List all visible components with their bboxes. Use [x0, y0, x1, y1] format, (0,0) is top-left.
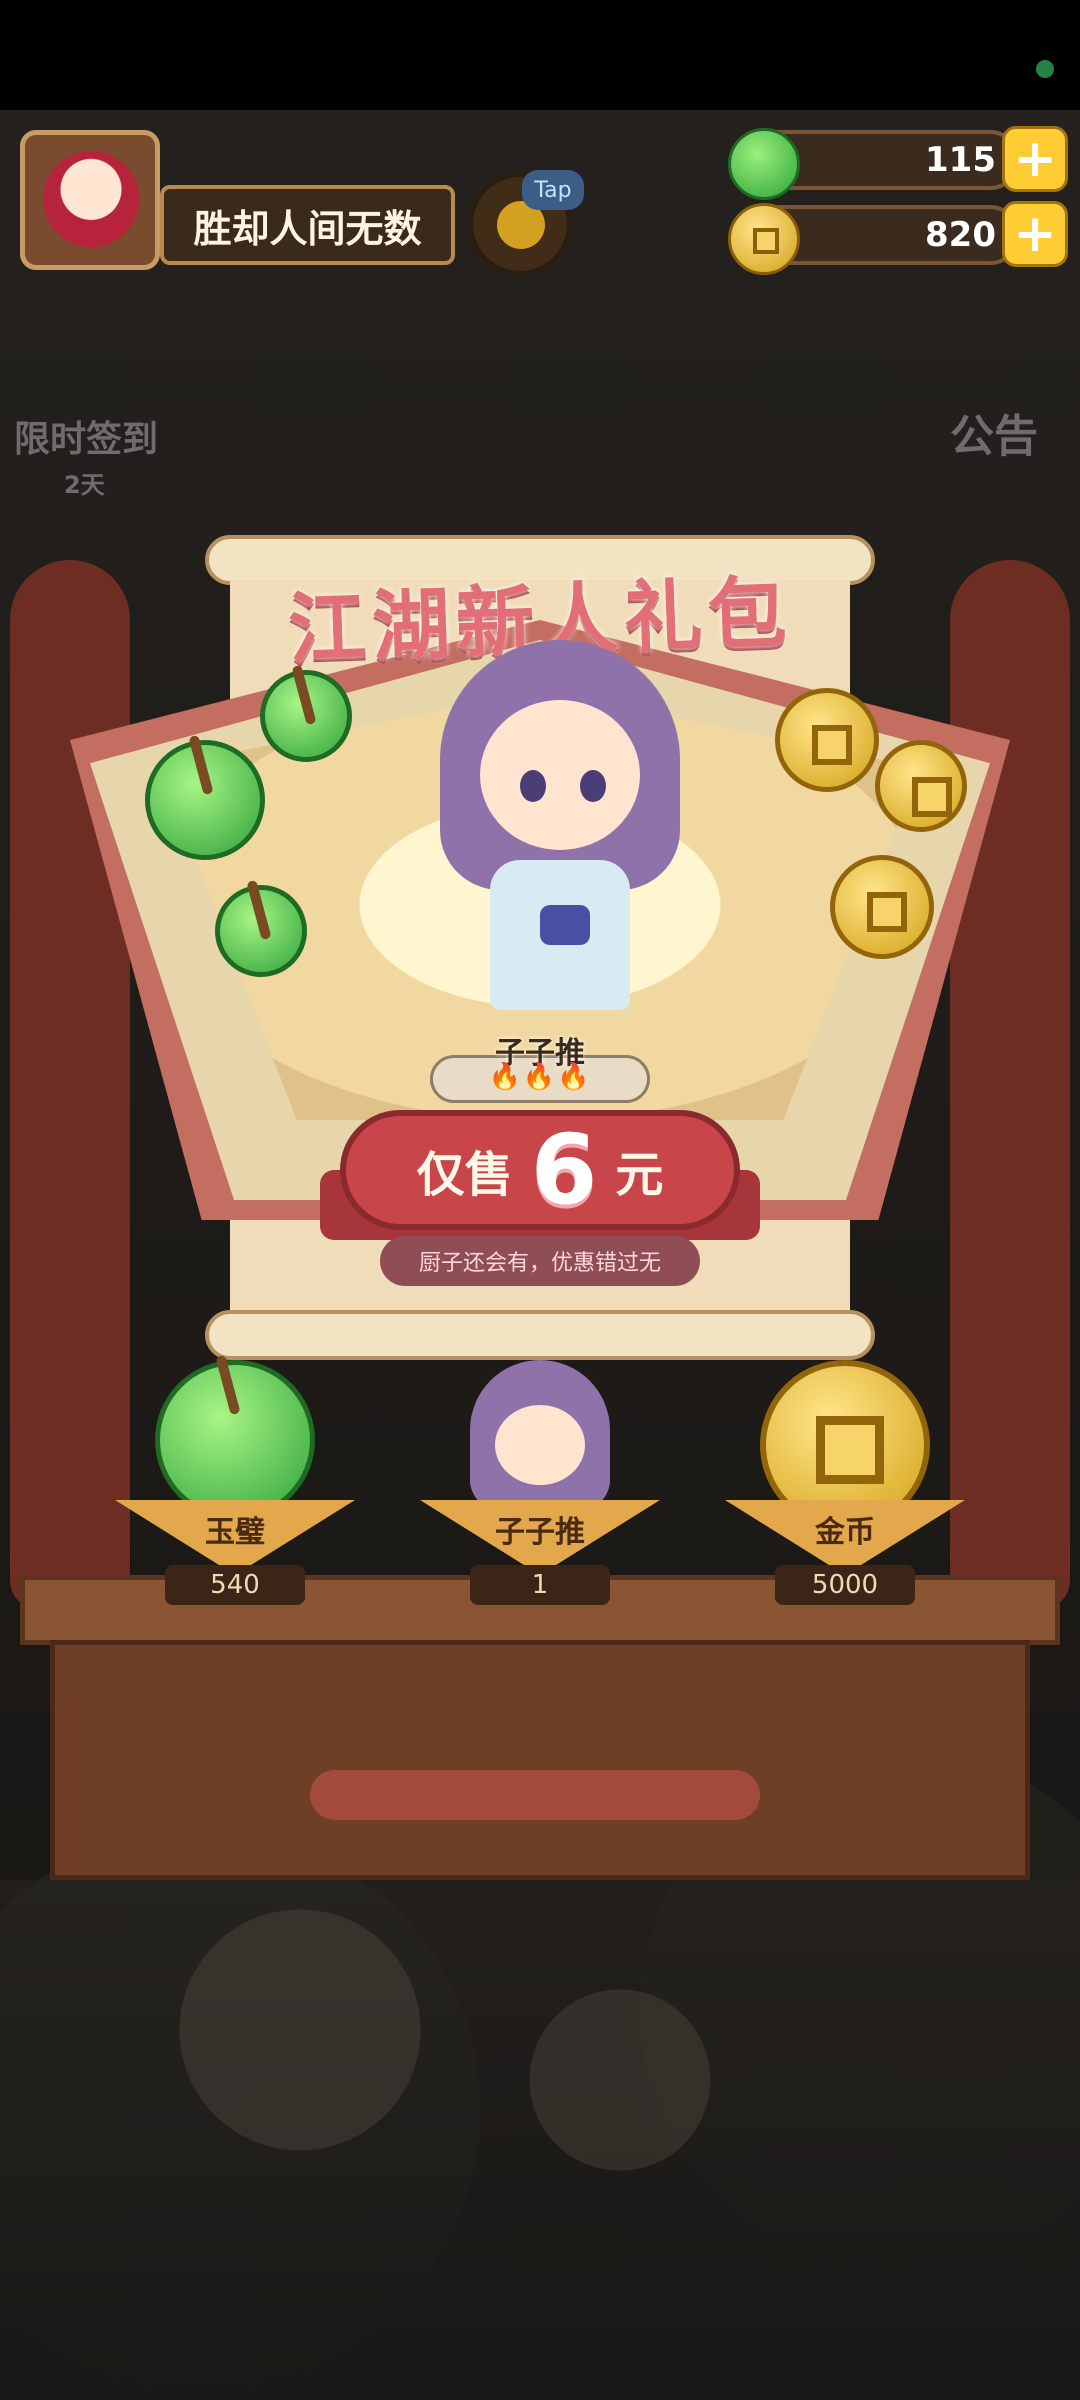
reward-jade-icon: [155, 1360, 315, 1520]
notice-menu-label[interactable]: 公告: [950, 400, 1038, 464]
player-name-plate[interactable]: 胜却人间无数: [160, 185, 455, 265]
price-value: 6: [530, 1114, 598, 1226]
reward-name-hero: 子子推: [495, 1515, 585, 1550]
reward-count-coin: 5000: [775, 1565, 915, 1605]
jade-decor-icon: [260, 670, 352, 762]
coin-icon: [728, 203, 800, 275]
left-curtain: [10, 560, 130, 1610]
hero-face: [480, 700, 640, 850]
right-curtain: [950, 560, 1070, 1610]
shelf-rod: [310, 1770, 760, 1820]
jade-icon: [728, 128, 800, 200]
reward-name-jade: 玉璧: [205, 1515, 265, 1550]
price-label[interactable]: 仅售 6 元: [340, 1110, 740, 1230]
coin-decor-icon: [875, 740, 967, 832]
avatar-face-icon: [43, 151, 139, 247]
hero-character-art: [420, 610, 700, 1030]
coin-decor-icon: [830, 855, 934, 959]
reward-count-jade: 540: [165, 1565, 305, 1605]
jade-decor-icon: [215, 885, 307, 977]
hero-flame-rating: 🔥🔥🔥: [488, 1062, 592, 1092]
reward-name-coin: 金币: [815, 1515, 875, 1550]
hero-bow: [540, 905, 590, 945]
reward-count-hero: 1: [470, 1565, 610, 1605]
hero-eye-right: [580, 770, 606, 802]
price-suffix: 元: [615, 1147, 664, 1203]
promo-slogan: 厨子还会有，优惠错过无: [380, 1236, 700, 1286]
shelf-front: [50, 1640, 1030, 1880]
player-avatar[interactable]: [20, 130, 160, 270]
price-prefix: 仅售: [416, 1147, 513, 1203]
jade-decor-icon: [145, 740, 265, 860]
hero-eye-left: [520, 770, 546, 802]
coin-decor-icon: [775, 688, 879, 792]
coin-count: 820: [925, 215, 996, 255]
reward-hero-icon: [450, 1350, 630, 1520]
jade-count: 115: [925, 140, 996, 180]
signin-days: 2天: [64, 471, 105, 499]
add-jade-button[interactable]: +: [1002, 126, 1068, 192]
player-name: 胜却人间无数: [193, 206, 422, 251]
reward-hero-face: [495, 1405, 585, 1485]
kitchen-scene-decor: [0, 1880, 1080, 2400]
signin-menu-label[interactable]: 限时签到: [14, 410, 158, 462]
tap-hint-badge: Tap: [522, 170, 584, 210]
add-coin-button[interactable]: +: [1002, 201, 1068, 267]
